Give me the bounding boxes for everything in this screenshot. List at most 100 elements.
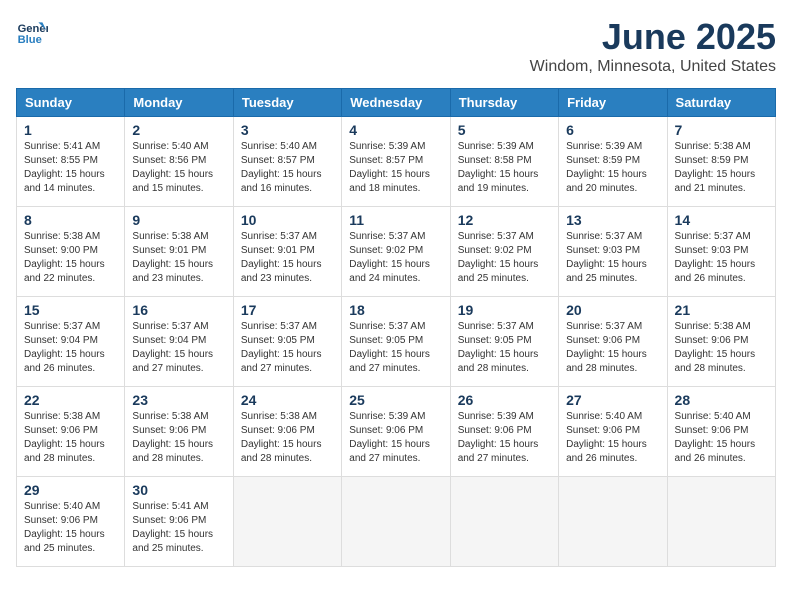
day-info: Sunrise: 5:37 AM Sunset: 9:05 PM Dayligh… — [349, 320, 442, 376]
day-cell: 24 Sunrise: 5:38 AM Sunset: 9:06 PM Dayli… — [233, 387, 341, 477]
day-cell — [667, 477, 775, 567]
day-cell: 13 Sunrise: 5:37 AM Sunset: 9:03 PM Dayli… — [559, 207, 667, 297]
weekday-header-friday: Friday — [559, 89, 667, 117]
day-cell: 19 Sunrise: 5:37 AM Sunset: 9:05 PM Dayli… — [450, 297, 558, 387]
day-info: Sunrise: 5:38 AM Sunset: 9:00 PM Dayligh… — [24, 230, 117, 286]
day-info: Sunrise: 5:38 AM Sunset: 9:06 PM Dayligh… — [24, 410, 117, 466]
day-info: Sunrise: 5:40 AM Sunset: 9:06 PM Dayligh… — [24, 500, 117, 556]
day-number: 11 — [349, 212, 442, 228]
day-cell: 7 Sunrise: 5:38 AM Sunset: 8:59 PM Daylig… — [667, 117, 775, 207]
day-cell: 14 Sunrise: 5:37 AM Sunset: 9:03 PM Dayli… — [667, 207, 775, 297]
day-info: Sunrise: 5:37 AM Sunset: 9:04 PM Dayligh… — [24, 320, 117, 376]
day-info: Sunrise: 5:37 AM Sunset: 9:04 PM Dayligh… — [132, 320, 225, 376]
day-info: Sunrise: 5:39 AM Sunset: 8:58 PM Dayligh… — [458, 140, 551, 196]
title-area: June 2025 Windom, Minnesota, United Stat… — [530, 16, 776, 76]
day-number: 8 — [24, 212, 117, 228]
day-number: 13 — [566, 212, 659, 228]
week-row-5: 29 Sunrise: 5:40 AM Sunset: 9:06 PM Dayli… — [17, 477, 776, 567]
day-number: 17 — [241, 302, 334, 318]
day-number: 16 — [132, 302, 225, 318]
day-info: Sunrise: 5:38 AM Sunset: 9:06 PM Dayligh… — [241, 410, 334, 466]
day-info: Sunrise: 5:37 AM Sunset: 9:02 PM Dayligh… — [349, 230, 442, 286]
day-number: 26 — [458, 392, 551, 408]
day-info: Sunrise: 5:38 AM Sunset: 9:06 PM Dayligh… — [132, 410, 225, 466]
day-cell: 9Sunrise: 5:38 AM Sunset: 9:01 PM Daylig… — [125, 207, 233, 297]
day-cell — [450, 477, 558, 567]
day-cell: 15 Sunrise: 5:37 AM Sunset: 9:04 PM Dayli… — [17, 297, 125, 387]
day-cell: 16 Sunrise: 5:37 AM Sunset: 9:04 PM Dayli… — [125, 297, 233, 387]
week-row-1: 1 Sunrise: 5:41 AM Sunset: 8:55 PM Daylig… — [17, 117, 776, 207]
day-cell: 6 Sunrise: 5:39 AM Sunset: 8:59 PM Daylig… — [559, 117, 667, 207]
day-cell: 27Sunrise: 5:40 AM Sunset: 9:06 PM Dayli… — [559, 387, 667, 477]
day-info: Sunrise: 5:39 AM Sunset: 8:59 PM Dayligh… — [566, 140, 659, 196]
day-info: Sunrise: 5:37 AM Sunset: 9:03 PM Dayligh… — [675, 230, 768, 286]
day-info: Sunrise: 5:37 AM Sunset: 9:05 PM Dayligh… — [458, 320, 551, 376]
week-row-3: 15 Sunrise: 5:37 AM Sunset: 9:04 PM Dayli… — [17, 297, 776, 387]
day-cell: 12 Sunrise: 5:37 AM Sunset: 9:02 PM Dayli… — [450, 207, 558, 297]
day-info: Sunrise: 5:39 AM Sunset: 9:06 PM Dayligh… — [349, 410, 442, 466]
weekday-header-row: SundayMondayTuesdayWednesdayThursdayFrid… — [17, 89, 776, 117]
day-number: 22 — [24, 392, 117, 408]
day-number: 18 — [349, 302, 442, 318]
day-info: Sunrise: 5:38 AM Sunset: 8:59 PM Dayligh… — [675, 140, 768, 196]
day-cell — [342, 477, 450, 567]
day-cell: 3Sunrise: 5:40 AM Sunset: 8:57 PM Daylig… — [233, 117, 341, 207]
day-cell: 11 Sunrise: 5:37 AM Sunset: 9:02 PM Dayli… — [342, 207, 450, 297]
day-number: 28 — [675, 392, 768, 408]
day-cell: 4Sunrise: 5:39 AM Sunset: 8:57 PM Daylig… — [342, 117, 450, 207]
weekday-header-tuesday: Tuesday — [233, 89, 341, 117]
day-cell: 28 Sunrise: 5:40 AM Sunset: 9:06 PM Dayli… — [667, 387, 775, 477]
day-cell: 23 Sunrise: 5:38 AM Sunset: 9:06 PM Dayli… — [125, 387, 233, 477]
day-number: 21 — [675, 302, 768, 318]
calendar-table: SundayMondayTuesdayWednesdayThursdayFrid… — [16, 88, 776, 567]
day-number: 29 — [24, 482, 117, 498]
week-row-4: 22 Sunrise: 5:38 AM Sunset: 9:06 PM Dayli… — [17, 387, 776, 477]
day-cell: 21 Sunrise: 5:38 AM Sunset: 9:06 PM Dayli… — [667, 297, 775, 387]
weekday-header-monday: Monday — [125, 89, 233, 117]
day-number: 6 — [566, 122, 659, 138]
day-info: Sunrise: 5:37 AM Sunset: 9:01 PM Dayligh… — [241, 230, 334, 286]
day-number: 12 — [458, 212, 551, 228]
day-number: 20 — [566, 302, 659, 318]
svg-text:Blue: Blue — [18, 34, 42, 46]
day-number: 23 — [132, 392, 225, 408]
day-info: Sunrise: 5:41 AM Sunset: 8:55 PM Dayligh… — [24, 140, 117, 196]
day-number: 19 — [458, 302, 551, 318]
day-info: Sunrise: 5:37 AM Sunset: 9:05 PM Dayligh… — [241, 320, 334, 376]
day-info: Sunrise: 5:40 AM Sunset: 9:06 PM Dayligh… — [675, 410, 768, 466]
day-cell: 22 Sunrise: 5:38 AM Sunset: 9:06 PM Dayli… — [17, 387, 125, 477]
day-info: Sunrise: 5:37 AM Sunset: 9:02 PM Dayligh… — [458, 230, 551, 286]
day-cell: 18 Sunrise: 5:37 AM Sunset: 9:05 PM Dayli… — [342, 297, 450, 387]
day-number: 1 — [24, 122, 117, 138]
day-number: 10 — [241, 212, 334, 228]
day-cell: 8 Sunrise: 5:38 AM Sunset: 9:00 PM Daylig… — [17, 207, 125, 297]
day-info: Sunrise: 5:40 AM Sunset: 8:56 PM Dayligh… — [132, 140, 225, 196]
day-cell — [559, 477, 667, 567]
day-info: Sunrise: 5:39 AM Sunset: 9:06 PM Dayligh… — [458, 410, 551, 466]
day-info: Sunrise: 5:41 AM Sunset: 9:06 PM Dayligh… — [132, 500, 225, 556]
day-number: 9 — [132, 212, 225, 228]
day-number: 4 — [349, 122, 442, 138]
day-cell: 29 Sunrise: 5:40 AM Sunset: 9:06 PM Dayli… — [17, 477, 125, 567]
day-number: 25 — [349, 392, 442, 408]
day-info: Sunrise: 5:38 AM Sunset: 9:06 PM Dayligh… — [675, 320, 768, 376]
day-cell — [233, 477, 341, 567]
weekday-header-thursday: Thursday — [450, 89, 558, 117]
weekday-header-wednesday: Wednesday — [342, 89, 450, 117]
day-number: 15 — [24, 302, 117, 318]
day-number: 14 — [675, 212, 768, 228]
day-info: Sunrise: 5:40 AM Sunset: 8:57 PM Dayligh… — [241, 140, 334, 196]
day-number: 24 — [241, 392, 334, 408]
day-number: 7 — [675, 122, 768, 138]
weekday-header-sunday: Sunday — [17, 89, 125, 117]
page-header: General Blue June 2025 Windom, Minnesota… — [16, 16, 776, 76]
day-cell: 5 Sunrise: 5:39 AM Sunset: 8:58 PM Daylig… — [450, 117, 558, 207]
day-info: Sunrise: 5:37 AM Sunset: 9:03 PM Dayligh… — [566, 230, 659, 286]
day-cell: 26 Sunrise: 5:39 AM Sunset: 9:06 PM Dayli… — [450, 387, 558, 477]
day-cell: 1 Sunrise: 5:41 AM Sunset: 8:55 PM Daylig… — [17, 117, 125, 207]
logo-icon: General Blue — [16, 16, 48, 48]
day-cell: 10 Sunrise: 5:37 AM Sunset: 9:01 PM Dayli… — [233, 207, 341, 297]
week-row-2: 8 Sunrise: 5:38 AM Sunset: 9:00 PM Daylig… — [17, 207, 776, 297]
day-number: 5 — [458, 122, 551, 138]
day-number: 27 — [566, 392, 659, 408]
